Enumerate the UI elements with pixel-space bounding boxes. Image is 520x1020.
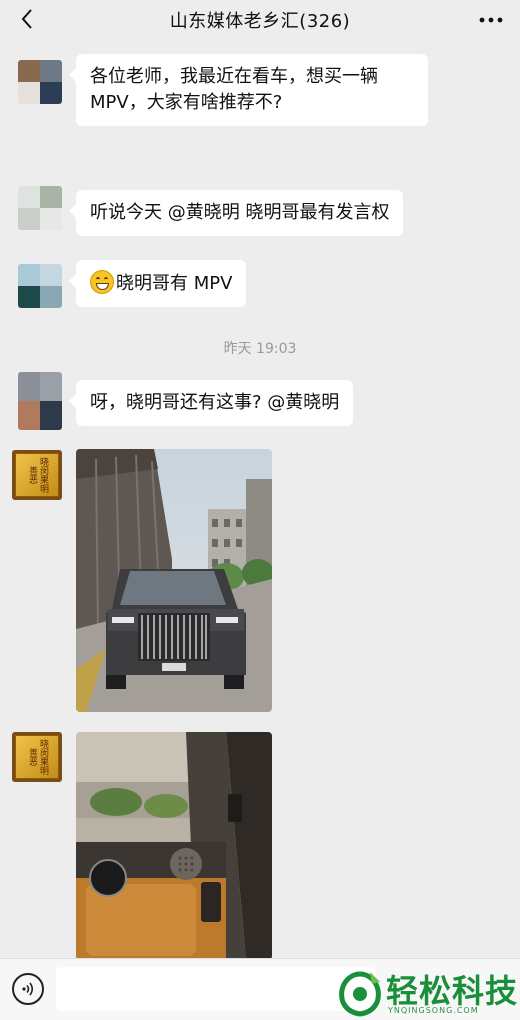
- more-button[interactable]: [474, 5, 508, 35]
- message-line: MPV，大家有啥推荐不?: [90, 92, 283, 113]
- avatar[interactable]: [18, 186, 62, 230]
- interior-photo-image: [76, 732, 272, 960]
- more-dots-icon: [479, 17, 503, 23]
- voice-button[interactable]: [12, 973, 44, 1005]
- avatar-badge: 晓闵果明善恶: [15, 735, 59, 779]
- watermark-logo-icon: [339, 971, 381, 1017]
- chat-screen: 山东媒体老乡汇(326) 各位老师，我最近在看车，想买一辆 MPV，大家有啥推荐…: [0, 0, 520, 1020]
- avatar[interactable]: [18, 60, 62, 104]
- car-photo[interactable]: [76, 449, 272, 712]
- avatar[interactable]: [18, 264, 62, 308]
- watermark-subtext: YNQINGSONG.COM: [388, 1006, 479, 1015]
- message-input[interactable]: [56, 967, 376, 1011]
- back-button[interactable]: [12, 4, 42, 34]
- chat-header: 山东媒体老乡汇(326): [0, 0, 520, 40]
- grinning-emoji-icon: [90, 270, 114, 294]
- avatar-badge: 晓闵果明善恶: [15, 453, 59, 497]
- avatar[interactable]: 晓闵果明善恶: [12, 450, 62, 500]
- message-bubble[interactable]: 晓明哥有 MPV: [68, 260, 247, 307]
- timestamp: 昨天 19:03: [223, 341, 297, 357]
- voice-icon: [22, 982, 34, 996]
- message-text: 听说今天 @黄晓明 晓明哥最有发言权: [90, 202, 390, 223]
- message-line: 各位老师，我最近在看车，想买一辆: [90, 66, 378, 87]
- chat-title: 山东媒体老乡汇(326): [169, 11, 351, 32]
- chevron-left-icon: [21, 9, 32, 29]
- car-photo-image: [76, 449, 272, 712]
- watermark: 轻松科技 YNQINGSONG.COM: [336, 966, 520, 1020]
- message-text: 晓明哥有 MPV: [116, 273, 233, 294]
- message-bubble[interactable]: 各位老师，我最近在看车，想买一辆 MPV，大家有啥推荐不?: [69, 54, 428, 126]
- message-bubble[interactable]: 呀，晓明哥还有这事? @黄晓明: [68, 380, 354, 426]
- avatar[interactable]: [18, 372, 62, 430]
- message-bubble[interactable]: 听说今天 @黄晓明 晓明哥最有发言权: [68, 190, 404, 236]
- message-text: 呀，晓明哥还有这事? @黄晓明: [90, 392, 340, 413]
- avatar[interactable]: 晓闵果明善恶: [12, 732, 62, 782]
- interior-photo[interactable]: [76, 732, 272, 960]
